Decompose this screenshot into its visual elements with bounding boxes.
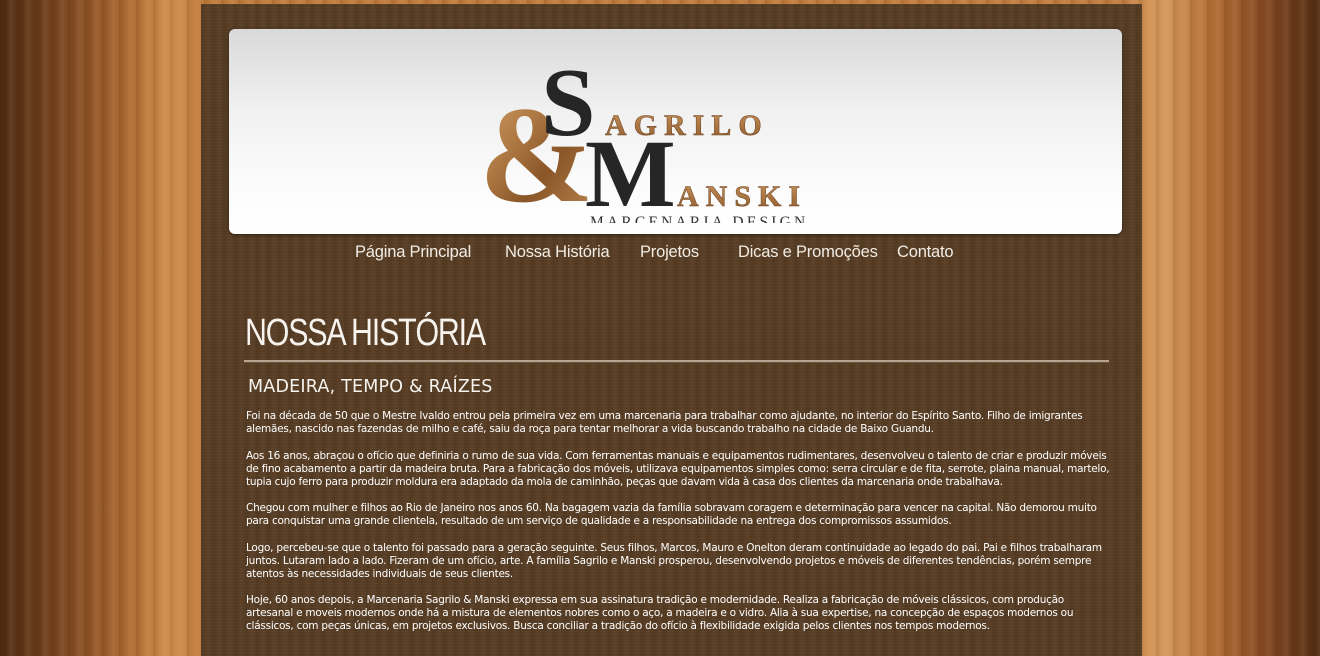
history-paragraph: Chegou com mulher e filhos ao Rio de Jan… bbox=[246, 502, 1097, 527]
title-divider bbox=[244, 360, 1109, 363]
nav-item-dicas-promocoes[interactable]: Dicas e Promoções bbox=[738, 243, 878, 262]
history-paragraph: Aos 16 anos, abraçou o ofício que defini… bbox=[246, 449, 1110, 488]
history-paragraph: Foi na década de 50 que o Mestre Ivaldo … bbox=[246, 410, 1083, 435]
nav-item-pagina-principal[interactable]: Página Principal bbox=[355, 243, 471, 262]
nav-item-projetos[interactable]: Projetos bbox=[640, 243, 699, 262]
main-nav: Página Principal Nossa História Projetos… bbox=[201, 243, 1142, 267]
header-banner: & S AGRILO M ANSKI MARCENARIA DESIGN bbox=[229, 29, 1122, 234]
logo-word-anski: ANSKI bbox=[677, 180, 807, 213]
nav-item-contato[interactable]: Contato bbox=[897, 243, 954, 262]
page-title: NOSSA HISTÓRIA bbox=[245, 312, 486, 354]
nav-item-nossa-historia[interactable]: Nossa História bbox=[505, 243, 610, 262]
section-subtitle: MADEIRA, TEMPO & RAÍZES bbox=[248, 377, 493, 397]
main-panel: & S AGRILO M ANSKI MARCENARIA DESIGN Pág… bbox=[201, 4, 1142, 656]
logo-letter-m: M bbox=[585, 120, 676, 223]
history-content: Foi na década de 50 que o Mestre Ivaldo … bbox=[246, 410, 1111, 647]
logo-tagline: MARCENARIA DESIGN bbox=[590, 214, 808, 223]
history-paragraph: Hoje, 60 anos depois, a Marcenaria Sagri… bbox=[246, 594, 1074, 632]
company-logo[interactable]: & S AGRILO M ANSKI MARCENARIA DESIGN bbox=[479, 43, 879, 223]
history-paragraph: Logo, percebeu-se que o talento foi pass… bbox=[246, 541, 1102, 580]
